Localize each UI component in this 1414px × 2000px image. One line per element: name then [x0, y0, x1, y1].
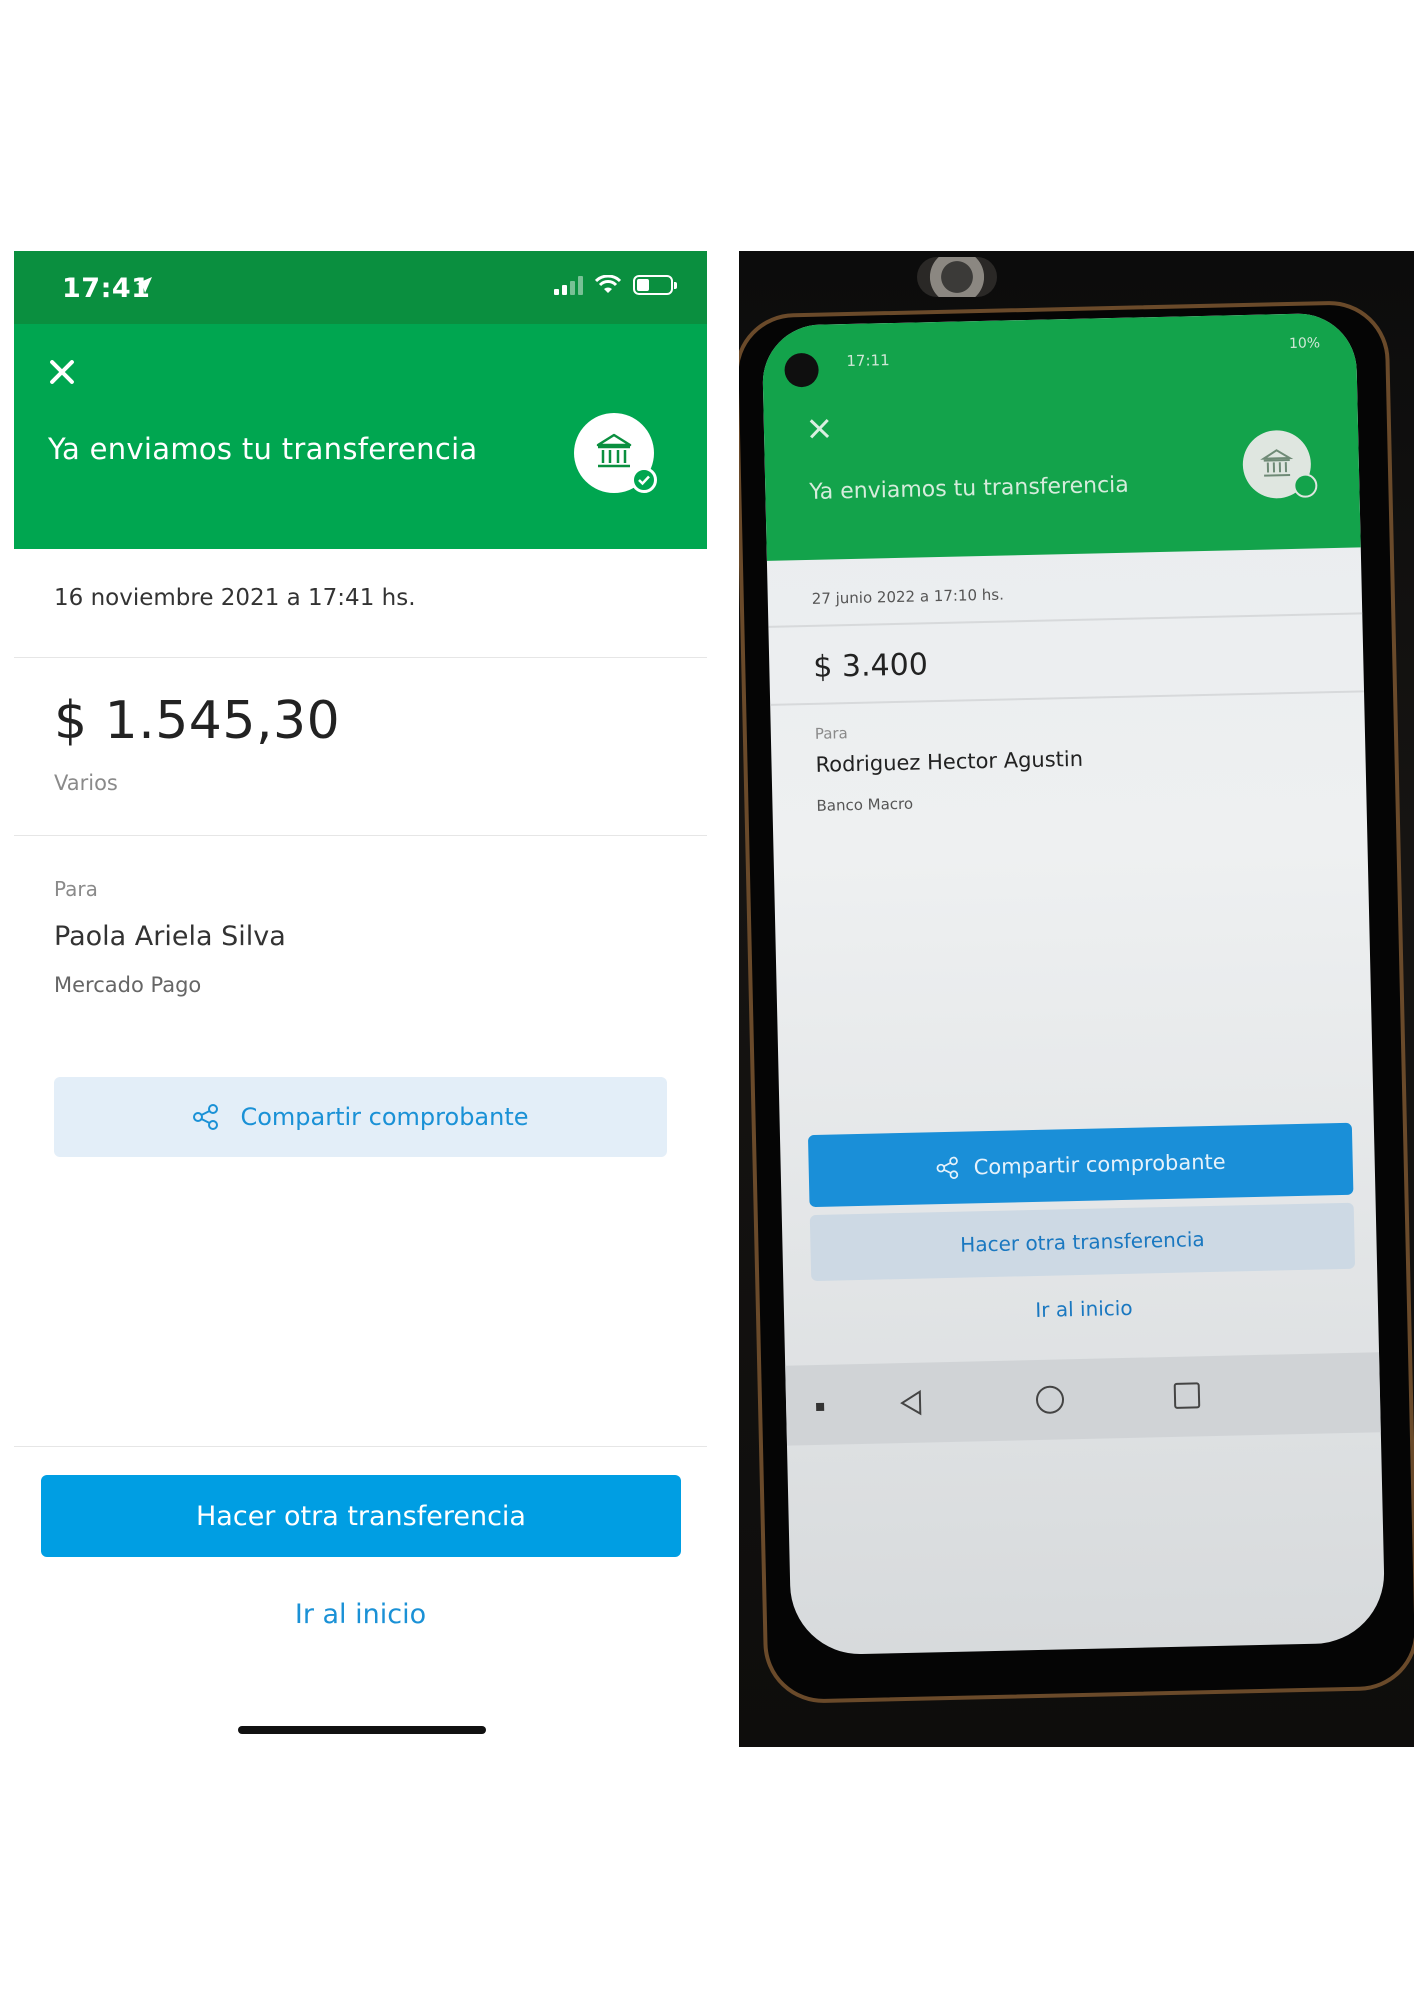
recipient-label: Para [54, 877, 98, 901]
close-icon[interactable] [808, 416, 833, 441]
back-icon[interactable] [898, 1389, 925, 1418]
check-icon [1293, 473, 1318, 498]
divider [14, 835, 707, 836]
recipient-name: Paola Ariela Silva [54, 921, 286, 952]
phone-screen: 17:11 10% Ya enviamos tu transferencia 2… [761, 312, 1386, 1656]
go-home-link[interactable]: Ir al inicio [784, 1290, 1384, 1328]
recipient-bank: Mercado Pago [54, 973, 202, 997]
status-time: 17:11 [846, 351, 890, 371]
success-header: 17:11 10% Ya enviamos tu transferencia [761, 312, 1361, 561]
recipient-label: Para [814, 724, 848, 743]
page-title: Ya enviamos tu transferencia [48, 432, 478, 466]
page-title: Ya enviamos tu transferencia [809, 472, 1130, 505]
share-receipt-button[interactable]: Compartir comprobante [54, 1077, 667, 1157]
new-transfer-button[interactable]: Hacer otra transferencia [809, 1202, 1356, 1282]
android-nav-bar [785, 1352, 1381, 1446]
transfer-date: 27 junio 2022 a 17:10 hs. [811, 585, 1005, 608]
home-indicator[interactable] [238, 1726, 486, 1734]
transfer-amount: $ 1.545,30 [54, 691, 341, 751]
share-receipt-label: Compartir comprobante [240, 1103, 529, 1131]
transfer-concept: Varios [54, 771, 118, 795]
home-icon[interactable] [1035, 1385, 1065, 1415]
wifi-icon [595, 275, 621, 293]
recent-apps-icon[interactable] [1173, 1382, 1201, 1409]
share-receipt-button[interactable]: Compartir comprobante [807, 1122, 1354, 1208]
share-receipt-label: Compartir comprobante [973, 1149, 1226, 1180]
phone-ring [917, 257, 997, 297]
recipient-bank: Banco Macro [816, 794, 914, 815]
divider [770, 690, 1365, 706]
location-arrow-icon [136, 277, 152, 293]
divider [14, 1446, 707, 1447]
transfer-amount: $ 3.400 [812, 647, 929, 685]
new-transfer-button[interactable]: Hacer otra transferencia [41, 1475, 681, 1557]
battery-icon [633, 275, 677, 295]
phone-frame: 17:11 10% Ya enviamos tu transferencia 2… [739, 299, 1414, 1705]
check-icon [631, 467, 657, 493]
nav-dot-icon [816, 1402, 825, 1412]
transfer-date: 16 noviembre 2021 a 17:41 hs. [54, 585, 416, 611]
success-header: Ya enviamos tu transferencia [14, 324, 707, 549]
status-icons [554, 275, 677, 295]
signal-icon [554, 275, 583, 295]
go-home-link[interactable]: Ir al inicio [14, 1599, 707, 1630]
recipient-name: Rodriguez Hector Agustin [815, 746, 1084, 777]
share-icon [193, 1104, 219, 1130]
share-icon [936, 1156, 959, 1179]
ios-screenshot: 17:41 Ya enviamos tu transferencia 16 no… [14, 251, 707, 1746]
divider [768, 612, 1363, 628]
status-bar: 17:41 [14, 251, 707, 324]
camera-icon [784, 352, 819, 388]
close-icon[interactable] [44, 354, 80, 390]
divider [14, 657, 707, 658]
android-photo: 17:11 10% Ya enviamos tu transferencia 2… [739, 251, 1414, 1747]
battery-level: 10% [1288, 335, 1321, 353]
